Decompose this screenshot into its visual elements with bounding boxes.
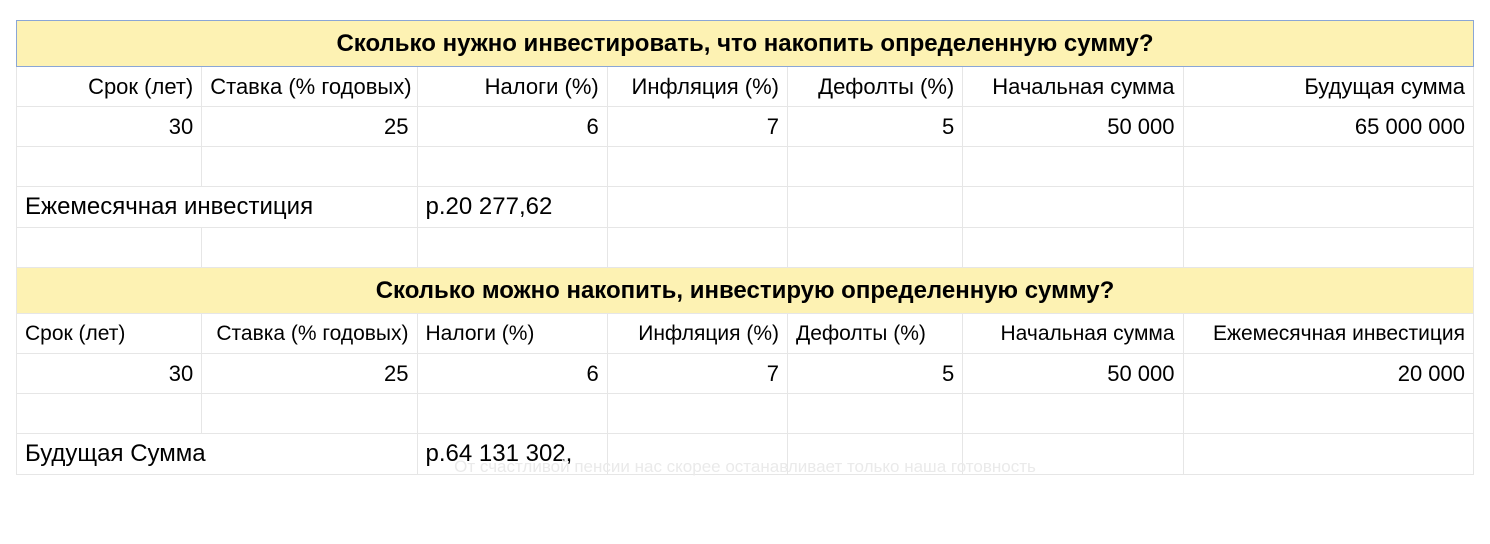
header-defaults: Дефолты (%): [788, 67, 963, 107]
header2-taxes: Налоги (%): [417, 314, 607, 354]
header-taxes: Налоги (%): [417, 67, 607, 107]
value2-taxes: 6: [417, 354, 607, 394]
result-label-1: Ежемесячная инвестиция: [17, 187, 418, 228]
header2-rate: Ставка (% годовых): [202, 314, 417, 354]
header2-inflation: Инфляция (%): [607, 314, 787, 354]
result-row-2: Будущая Сумма р.64 131 302,: [17, 434, 1474, 475]
header2-term: Срок (лет): [17, 314, 202, 354]
header2-initial: Начальная сумма: [963, 314, 1183, 354]
title-2: Сколько можно накопить, инвестирую опред…: [17, 268, 1474, 314]
header-row-2: Срок (лет) Ставка (% годовых) Налоги (%)…: [17, 314, 1474, 354]
empty-row-2a: [17, 394, 1474, 434]
title-row-2: Сколько можно накопить, инвестирую опред…: [17, 268, 1474, 314]
result-value-1: р.20 277,62: [417, 187, 607, 228]
header2-monthly: Ежемесячная инвестиция: [1183, 314, 1474, 354]
values-row-1: 30 25 6 7 5 50 000 65 000 000: [17, 107, 1474, 147]
empty-row-1b: [17, 228, 1474, 268]
investment-table-1: Сколько нужно инвестировать, что накопит…: [16, 20, 1474, 475]
title-1: Сколько нужно инвестировать, что накопит…: [17, 21, 1474, 67]
value-term: 30: [17, 107, 202, 147]
value-rate: 25: [202, 107, 417, 147]
value-initial: 50 000: [963, 107, 1183, 147]
value2-initial: 50 000: [963, 354, 1183, 394]
header-future: Будущая сумма: [1183, 67, 1474, 107]
value2-monthly: 20 000: [1183, 354, 1474, 394]
values-row-2: 30 25 6 7 5 50 000 20 000: [17, 354, 1474, 394]
header-term: Срок (лет): [17, 67, 202, 107]
value2-term: 30: [17, 354, 202, 394]
header-row-1: Срок (лет) Ставка (% годовых) Налоги (%)…: [17, 67, 1474, 107]
header-inflation: Инфляция (%): [607, 67, 787, 107]
value2-inflation: 7: [607, 354, 787, 394]
result-value-2: р.64 131 302,: [417, 434, 607, 475]
title-row-1: Сколько нужно инвестировать, что накопит…: [17, 21, 1474, 67]
value-defaults: 5: [788, 107, 963, 147]
header-initial: Начальная сумма: [963, 67, 1183, 107]
header-rate: Ставка (% годовых): [202, 67, 417, 107]
result-label-2: Будущая Сумма: [17, 434, 418, 475]
value2-defaults: 5: [788, 354, 963, 394]
header2-defaults: Дефолты (%): [788, 314, 963, 354]
value2-rate: 25: [202, 354, 417, 394]
value-future: 65 000 000: [1183, 107, 1474, 147]
value-taxes: 6: [417, 107, 607, 147]
empty-row-1a: [17, 147, 1474, 187]
result-row-1: Ежемесячная инвестиция р.20 277,62: [17, 187, 1474, 228]
value-inflation: 7: [607, 107, 787, 147]
